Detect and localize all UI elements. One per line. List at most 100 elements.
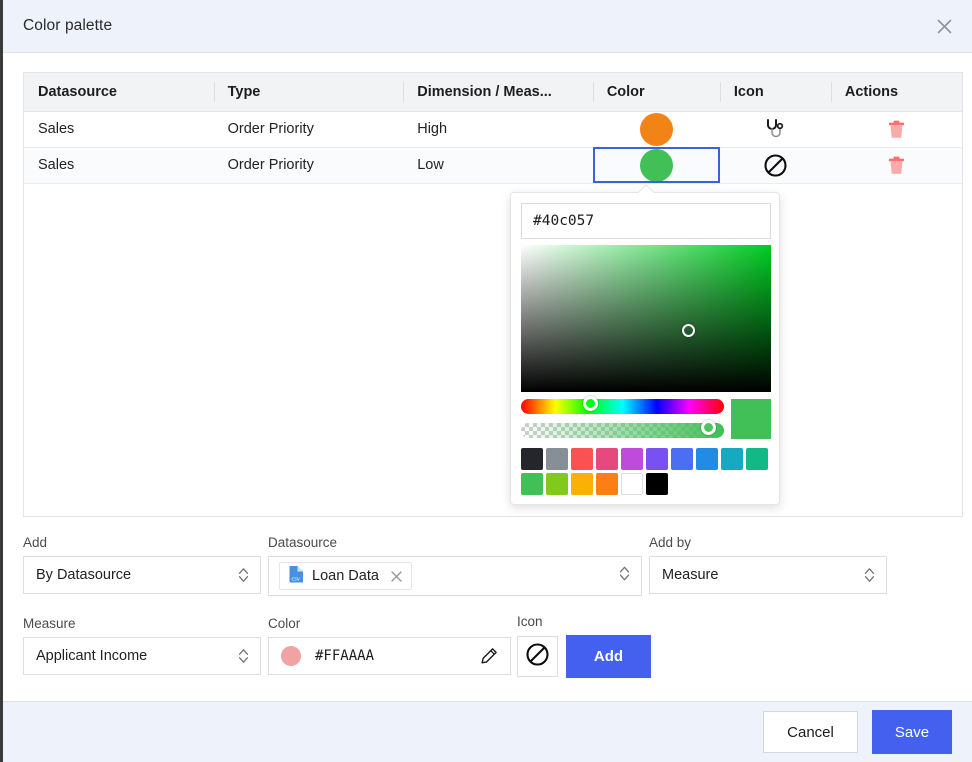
- datasource-chip[interactable]: csv Loan Data: [279, 562, 412, 590]
- ban-icon: [525, 642, 550, 672]
- color-swatch-high[interactable]: [639, 112, 673, 146]
- preset-swatch[interactable]: [546, 473, 568, 495]
- csv-file-icon: csv: [288, 565, 305, 588]
- label-add: Add: [23, 535, 48, 550]
- color-picker-popover[interactable]: [510, 192, 780, 505]
- label-icon: Icon: [517, 614, 543, 629]
- datasource-chip-label: Loan Data: [312, 568, 379, 584]
- preset-swatch[interactable]: [596, 448, 618, 470]
- alpha-slider[interactable]: [521, 423, 724, 438]
- add-select[interactable]: By Datasource: [23, 556, 261, 594]
- cell-color-selected[interactable]: [592, 147, 720, 184]
- dialog-footer: Cancel Save: [3, 701, 972, 762]
- column-header-color: Color: [592, 73, 720, 112]
- preset-swatch[interactable]: [746, 448, 768, 470]
- field-datasource: Datasource csv Loan Data: [268, 535, 642, 596]
- column-header-type: Type: [213, 73, 404, 112]
- field-add: Add By Datasource: [23, 535, 261, 594]
- add-entry-form: Add By Datasource Datasource csv Loan Da…: [3, 525, 972, 701]
- ban-icon[interactable]: [720, 148, 831, 183]
- preset-swatch[interactable]: [571, 448, 593, 470]
- color-preview-dot: [281, 646, 301, 666]
- preset-swatch[interactable]: [546, 448, 568, 470]
- field-icon: Icon Add: [517, 614, 651, 678]
- delete-icon[interactable]: [831, 112, 962, 147]
- preset-swatch[interactable]: [696, 448, 718, 470]
- cell-type: Order Priority: [213, 111, 404, 148]
- chevron-updown-icon: [238, 648, 249, 665]
- hue-slider[interactable]: [521, 399, 724, 414]
- table-row: Sales Order Priority High: [24, 111, 962, 148]
- label-color: Color: [268, 616, 301, 631]
- add-by-select[interactable]: Measure: [649, 556, 887, 594]
- field-measure: Measure Applicant Income: [23, 616, 261, 675]
- cell-actions[interactable]: [830, 147, 962, 184]
- color-swatch-low[interactable]: [639, 148, 673, 182]
- hue-slider-handle[interactable]: [583, 396, 598, 411]
- preset-swatch-grid[interactable]: [521, 448, 773, 495]
- dialog-titlebar: Color palette: [3, 0, 972, 53]
- color-input-field[interactable]: #FFAAAA: [268, 637, 511, 675]
- preset-swatch[interactable]: [571, 473, 593, 495]
- preset-swatch[interactable]: [521, 448, 543, 470]
- preset-swatch[interactable]: [596, 473, 618, 495]
- pencil-icon[interactable]: [480, 647, 498, 665]
- close-icon[interactable]: [928, 10, 960, 42]
- table-header-row: Datasource Type Dimension / Meas... Colo…: [24, 73, 962, 112]
- field-color: Color #FFAAAA: [268, 616, 511, 675]
- icon-picker-button[interactable]: [517, 636, 558, 677]
- add-select-value: By Datasource: [36, 567, 132, 583]
- close-icon[interactable]: [390, 570, 403, 583]
- preset-swatch[interactable]: [646, 473, 668, 495]
- chevron-updown-icon: [864, 567, 875, 584]
- preset-swatch[interactable]: [621, 473, 643, 495]
- column-header-actions: Actions: [830, 73, 962, 112]
- label-datasource: Datasource: [268, 535, 338, 550]
- palette-table-container: Datasource Type Dimension / Meas... Colo…: [23, 72, 963, 517]
- saturation-handle[interactable]: [682, 324, 695, 337]
- palette-table: Datasource Type Dimension / Meas... Colo…: [24, 73, 962, 184]
- color-palette-dialog: Color palette Datasource Type Dimension …: [0, 0, 972, 762]
- alpha-slider-handle[interactable]: [701, 420, 716, 435]
- column-header-dimension: Dimension / Meas...: [403, 73, 593, 112]
- save-button[interactable]: Save: [872, 710, 952, 754]
- color-preview-swatch: [731, 399, 771, 439]
- cell-datasource: Sales: [24, 147, 214, 184]
- cell-icon[interactable]: [719, 111, 831, 148]
- preset-swatch[interactable]: [646, 448, 668, 470]
- measure-select-value: Applicant Income: [36, 648, 148, 664]
- cell-icon[interactable]: [719, 147, 831, 184]
- hex-color-input[interactable]: [521, 203, 771, 239]
- table-body: Sales Order Priority High Sales Order Pr…: [24, 111, 962, 184]
- cell-dimension: High: [403, 111, 593, 148]
- delete-icon[interactable]: [831, 148, 962, 183]
- chevron-updown-icon: [619, 565, 630, 587]
- cell-actions[interactable]: [830, 111, 962, 148]
- cell-color[interactable]: [592, 111, 720, 148]
- datasource-multiselect[interactable]: csv Loan Data: [268, 556, 642, 596]
- cell-datasource: Sales: [24, 111, 214, 148]
- add-by-select-value: Measure: [662, 567, 719, 583]
- saturation-value-canvas[interactable]: [521, 245, 771, 392]
- label-add-by: Add by: [649, 535, 692, 550]
- icon-and-add-row: Add: [517, 635, 651, 678]
- popover-arrow: [638, 184, 654, 193]
- color-hex-value: #FFAAAA: [315, 648, 375, 664]
- stethoscope-icon[interactable]: [720, 112, 831, 147]
- preset-swatch[interactable]: [521, 473, 543, 495]
- preset-swatch[interactable]: [671, 448, 693, 470]
- field-add-by: Add by Measure: [649, 535, 887, 594]
- preset-swatch[interactable]: [621, 448, 643, 470]
- cell-type: Order Priority: [213, 147, 404, 184]
- cell-dimension: Low: [403, 147, 593, 184]
- add-button[interactable]: Add: [566, 635, 651, 678]
- column-header-icon: Icon: [719, 73, 831, 112]
- table-header: Datasource Type Dimension / Meas... Colo…: [24, 73, 962, 112]
- preset-swatch[interactable]: [721, 448, 743, 470]
- chevron-updown-icon: [238, 567, 249, 584]
- column-header-datasource: Datasource: [24, 73, 214, 112]
- table-row: Sales Order Priority Low: [24, 147, 962, 184]
- measure-select[interactable]: Applicant Income: [23, 637, 261, 675]
- dialog-title: Color palette: [23, 17, 113, 34]
- cancel-button[interactable]: Cancel: [763, 711, 858, 753]
